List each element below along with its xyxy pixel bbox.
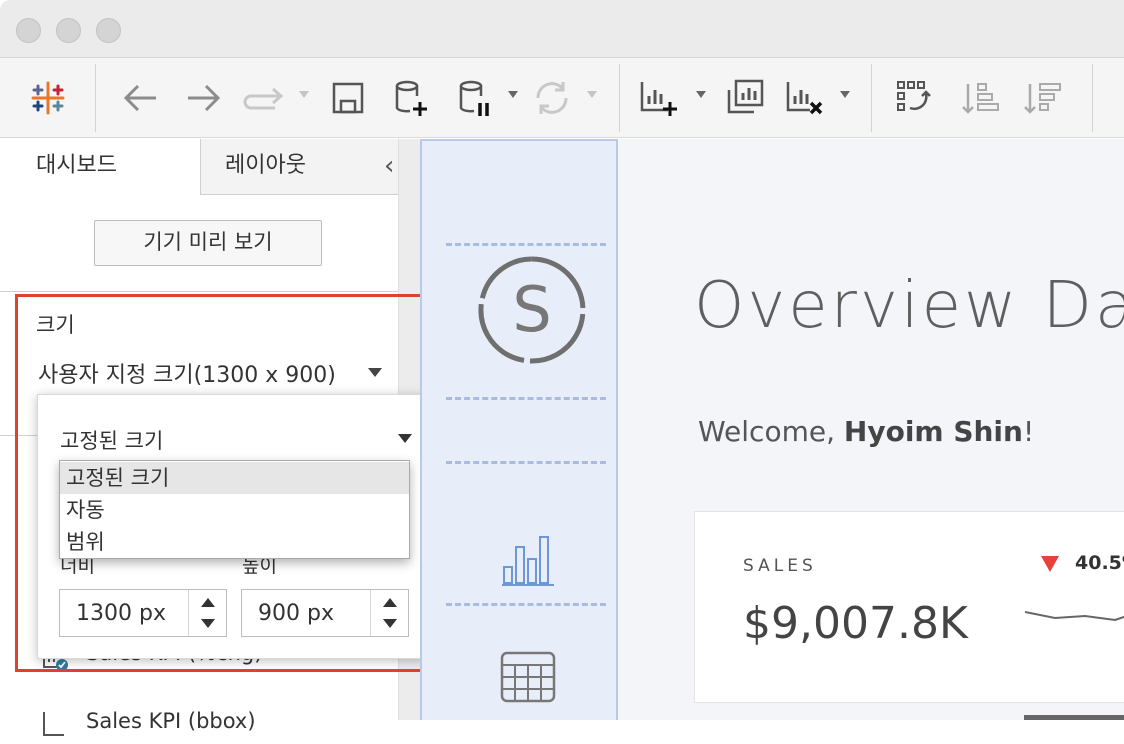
sales-kpi-card[interactable]: SALES $9,007.8K 40.5% <box>694 511 1124 703</box>
kpi-label: SALES <box>743 556 817 576</box>
tab-dashboard[interactable]: 대시보드 <box>0 139 200 195</box>
new-worksheet-icon[interactable] <box>636 76 682 120</box>
sparkline <box>1025 611 1124 622</box>
welcome-suffix: ! <box>1022 415 1035 448</box>
toolbar-separator <box>1092 64 1093 132</box>
device-preview-button[interactable]: 기기 미리 보기 <box>94 220 322 266</box>
divider <box>446 461 606 464</box>
pause-datasource-icon[interactable] <box>452 76 496 120</box>
divider <box>446 397 606 400</box>
redo-dropdown-caret[interactable] <box>299 91 309 98</box>
collapse-panel-icon[interactable]: ‹ <box>384 151 394 181</box>
new-worksheet-dropdown-caret[interactable] <box>696 91 706 98</box>
down-arrow-icon <box>1041 556 1059 572</box>
divider <box>0 291 420 292</box>
table-icon[interactable] <box>500 651 556 707</box>
close-window-button[interactable] <box>16 18 41 43</box>
toolbar-separator <box>871 64 872 132</box>
kpi-delta: 40.5% <box>1075 552 1124 574</box>
dashboard-canvas: Overview Das Welcome, Hyoim Shin! SALES … <box>618 139 1124 720</box>
redo-icon[interactable] <box>240 76 288 120</box>
minimize-window-button[interactable] <box>56 18 81 43</box>
sheet-name: Sales KPI (bbox) <box>86 709 256 733</box>
duplicate-sheet-icon[interactable] <box>722 76 768 120</box>
toolbar-separator <box>619 64 620 132</box>
datasource-dropdown-caret[interactable] <box>508 91 518 98</box>
dashboard-title: Overview Das <box>694 269 1124 343</box>
swap-icon[interactable] <box>892 76 938 120</box>
user-name: Hyoim Shin <box>843 415 1023 448</box>
new-datasource-icon[interactable] <box>388 76 432 120</box>
kpi-value: $9,007.8K <box>743 598 968 649</box>
divider <box>446 603 606 606</box>
clear-sheet-dropdown-caret[interactable] <box>840 91 850 98</box>
welcome-prefix: Welcome, <box>698 415 844 448</box>
back-icon[interactable] <box>118 76 162 120</box>
sheet-list-item[interactable]: Sales KPI (bbox) <box>40 709 256 739</box>
refresh-icon[interactable] <box>530 76 574 120</box>
bar-chart-icon[interactable] <box>500 533 556 593</box>
refresh-dropdown-caret[interactable] <box>587 91 597 98</box>
forward-icon[interactable] <box>182 76 226 120</box>
save-icon[interactable] <box>328 76 368 120</box>
tableau-logo-icon[interactable] <box>28 76 68 120</box>
zoom-window-button[interactable] <box>96 18 121 43</box>
toolbar <box>0 58 1124 138</box>
window-titlebar <box>0 0 1124 58</box>
toolbar-separator <box>95 64 96 132</box>
worksheet-icon <box>43 712 64 736</box>
svg-text:S: S <box>512 273 551 346</box>
highlight-box <box>15 294 445 672</box>
sort-descending-icon[interactable] <box>1020 76 1064 120</box>
divider <box>446 243 606 246</box>
logo-icon[interactable]: S <box>477 255 587 369</box>
sort-ascending-icon[interactable] <box>958 76 1002 120</box>
clear-sheet-icon[interactable] <box>782 76 828 120</box>
side-panel-tabs: 대시보드 레이아웃 ‹ <box>0 139 420 195</box>
dashboard-nav-strip: S <box>420 139 618 720</box>
scroll-indicator <box>1024 715 1124 720</box>
tab-layout-label: 레이아웃 <box>225 153 306 178</box>
welcome-message: Welcome, Hyoim Shin! <box>698 415 1034 448</box>
